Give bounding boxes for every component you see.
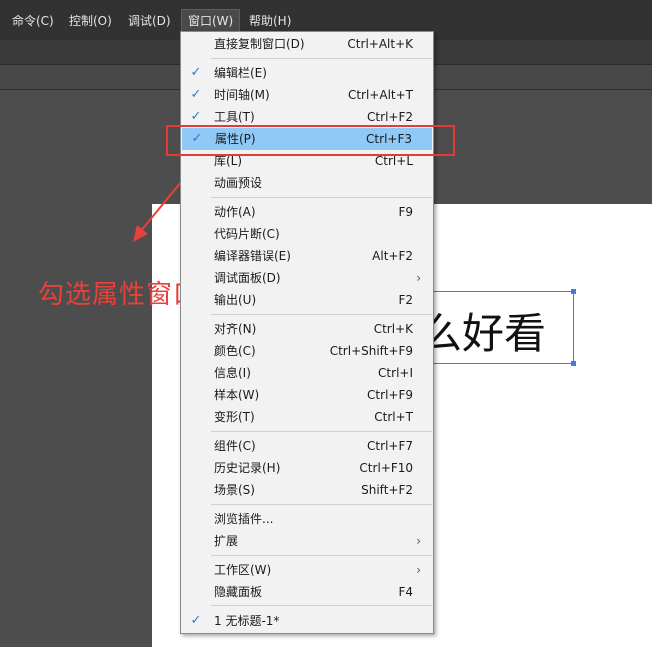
menu-item[interactable]: ✓ 时间轴(M) Ctrl+Alt+T: [181, 84, 433, 106]
menu-separator: [211, 314, 432, 315]
menu-item-label: 时间轴(M): [214, 88, 270, 102]
menu-item[interactable]: 组件(C) Ctrl+F7: [181, 435, 433, 457]
chevron-right-icon: ›: [416, 271, 421, 285]
menu-item[interactable]: 动作(A) F9: [181, 201, 433, 223]
menu-item-label: 场景(S): [214, 483, 255, 497]
menu-item-label: 组件(C): [214, 439, 256, 453]
menu-item-shortcut: F9: [398, 205, 413, 219]
menu-separator: [211, 605, 432, 606]
menu-item-label: 编辑栏(E): [214, 66, 267, 80]
menu-item-label: 扩展: [214, 534, 239, 548]
annotation-highlight-box: [166, 125, 455, 156]
menu-item-shortcut: Ctrl+K: [373, 322, 413, 336]
menu-item-shortcut: Ctrl+F7: [367, 439, 413, 453]
menu-item-shortcut: F4: [398, 585, 413, 599]
menu-item-shortcut: Shift+F2: [361, 483, 413, 497]
menu-separator: [211, 504, 432, 505]
menu-item[interactable]: 场景(S) Shift+F2: [181, 479, 433, 501]
menu-item[interactable]: 直接复制窗口(D) Ctrl+Alt+K: [181, 33, 433, 55]
menu-item[interactable]: 颜色(C) Ctrl+Shift+F9: [181, 340, 433, 362]
menu-item-label: 编译器错误(E): [214, 249, 291, 263]
menu-item-shortcut: Ctrl+Alt+K: [347, 37, 413, 51]
menu-item[interactable]: ✓ 编辑栏(E): [181, 62, 433, 84]
menu-separator: [211, 555, 432, 556]
menu-item[interactable]: 浏览插件...: [181, 508, 433, 530]
menu-item-label: 颜色(C): [214, 344, 256, 358]
menu-item-label: 输出(U): [214, 293, 257, 307]
chevron-right-icon: ›: [416, 563, 421, 577]
menu-item-label: 代码片断(C): [214, 227, 280, 241]
menu-item-shortcut: Ctrl+Shift+F9: [329, 344, 413, 358]
menu-item[interactable]: 变形(T) Ctrl+T: [181, 406, 433, 428]
menu-item-label: 隐藏面板: [214, 585, 263, 599]
menu-item-label: 动画预设: [214, 176, 263, 190]
menu-item-shortcut: Alt+F2: [372, 249, 413, 263]
menu-item-label: 信息(I): [214, 366, 251, 380]
menu-item[interactable]: 输出(U) F2: [181, 289, 433, 311]
menu-item-label: 调试面板(D): [214, 271, 281, 285]
menu-item[interactable]: ✓ 1 无标题-1*: [181, 610, 433, 632]
menu-item[interactable]: 扩展 ›: [181, 530, 433, 552]
chevron-right-icon: ›: [416, 534, 421, 548]
menu-item-shortcut: Ctrl+Alt+T: [347, 88, 413, 102]
menu-item[interactable]: 动画预设: [181, 172, 433, 194]
checkmark-icon: ✓: [190, 87, 202, 102]
menu-item-label: 1 无标题-1*: [214, 614, 280, 628]
menu-item-label: 历史记录(H): [214, 461, 281, 475]
menu-item[interactable]: 隐藏面板 F4: [181, 581, 433, 603]
menu-item-shortcut: Ctrl+I: [378, 366, 413, 380]
checkmark-icon: ✓: [190, 613, 202, 628]
menu-item-shortcut: Ctrl+F10: [359, 461, 413, 475]
menu-item[interactable]: 编译器错误(E) Alt+F2: [181, 245, 433, 267]
menu-item-label: 浏览插件...: [214, 512, 274, 526]
menu-item-label: 动作(A): [214, 205, 256, 219]
menu-item-shortcut: Ctrl+F9: [367, 388, 413, 402]
menu-separator: [211, 431, 432, 432]
menu-separator: [211, 197, 432, 198]
menu-item[interactable]: 信息(I) Ctrl+I: [181, 362, 433, 384]
menu-item[interactable]: 样本(W) Ctrl+F9: [181, 384, 433, 406]
menu-item[interactable]: 调试面板(D) ›: [181, 267, 433, 289]
checkmark-icon: ✓: [190, 65, 202, 80]
menu-item-shortcut: Ctrl+T: [374, 410, 413, 424]
menu-item[interactable]: 代码片断(C): [181, 223, 433, 245]
menu-separator: [211, 58, 432, 59]
menu-item-label: 样本(W): [214, 388, 260, 402]
menu-item-label: 工作区(W): [214, 563, 272, 577]
menu-item[interactable]: 历史记录(H) Ctrl+F10: [181, 457, 433, 479]
menu-item-shortcut: F2: [398, 293, 413, 307]
menu-item-label: 直接复制窗口(D): [214, 37, 305, 51]
menu-item[interactable]: 工作区(W) ›: [181, 559, 433, 581]
menu-item-label: 对齐(N): [214, 322, 257, 336]
menu-item[interactable]: 对齐(N) Ctrl+K: [181, 318, 433, 340]
menu-item-label: 变形(T): [214, 410, 255, 424]
